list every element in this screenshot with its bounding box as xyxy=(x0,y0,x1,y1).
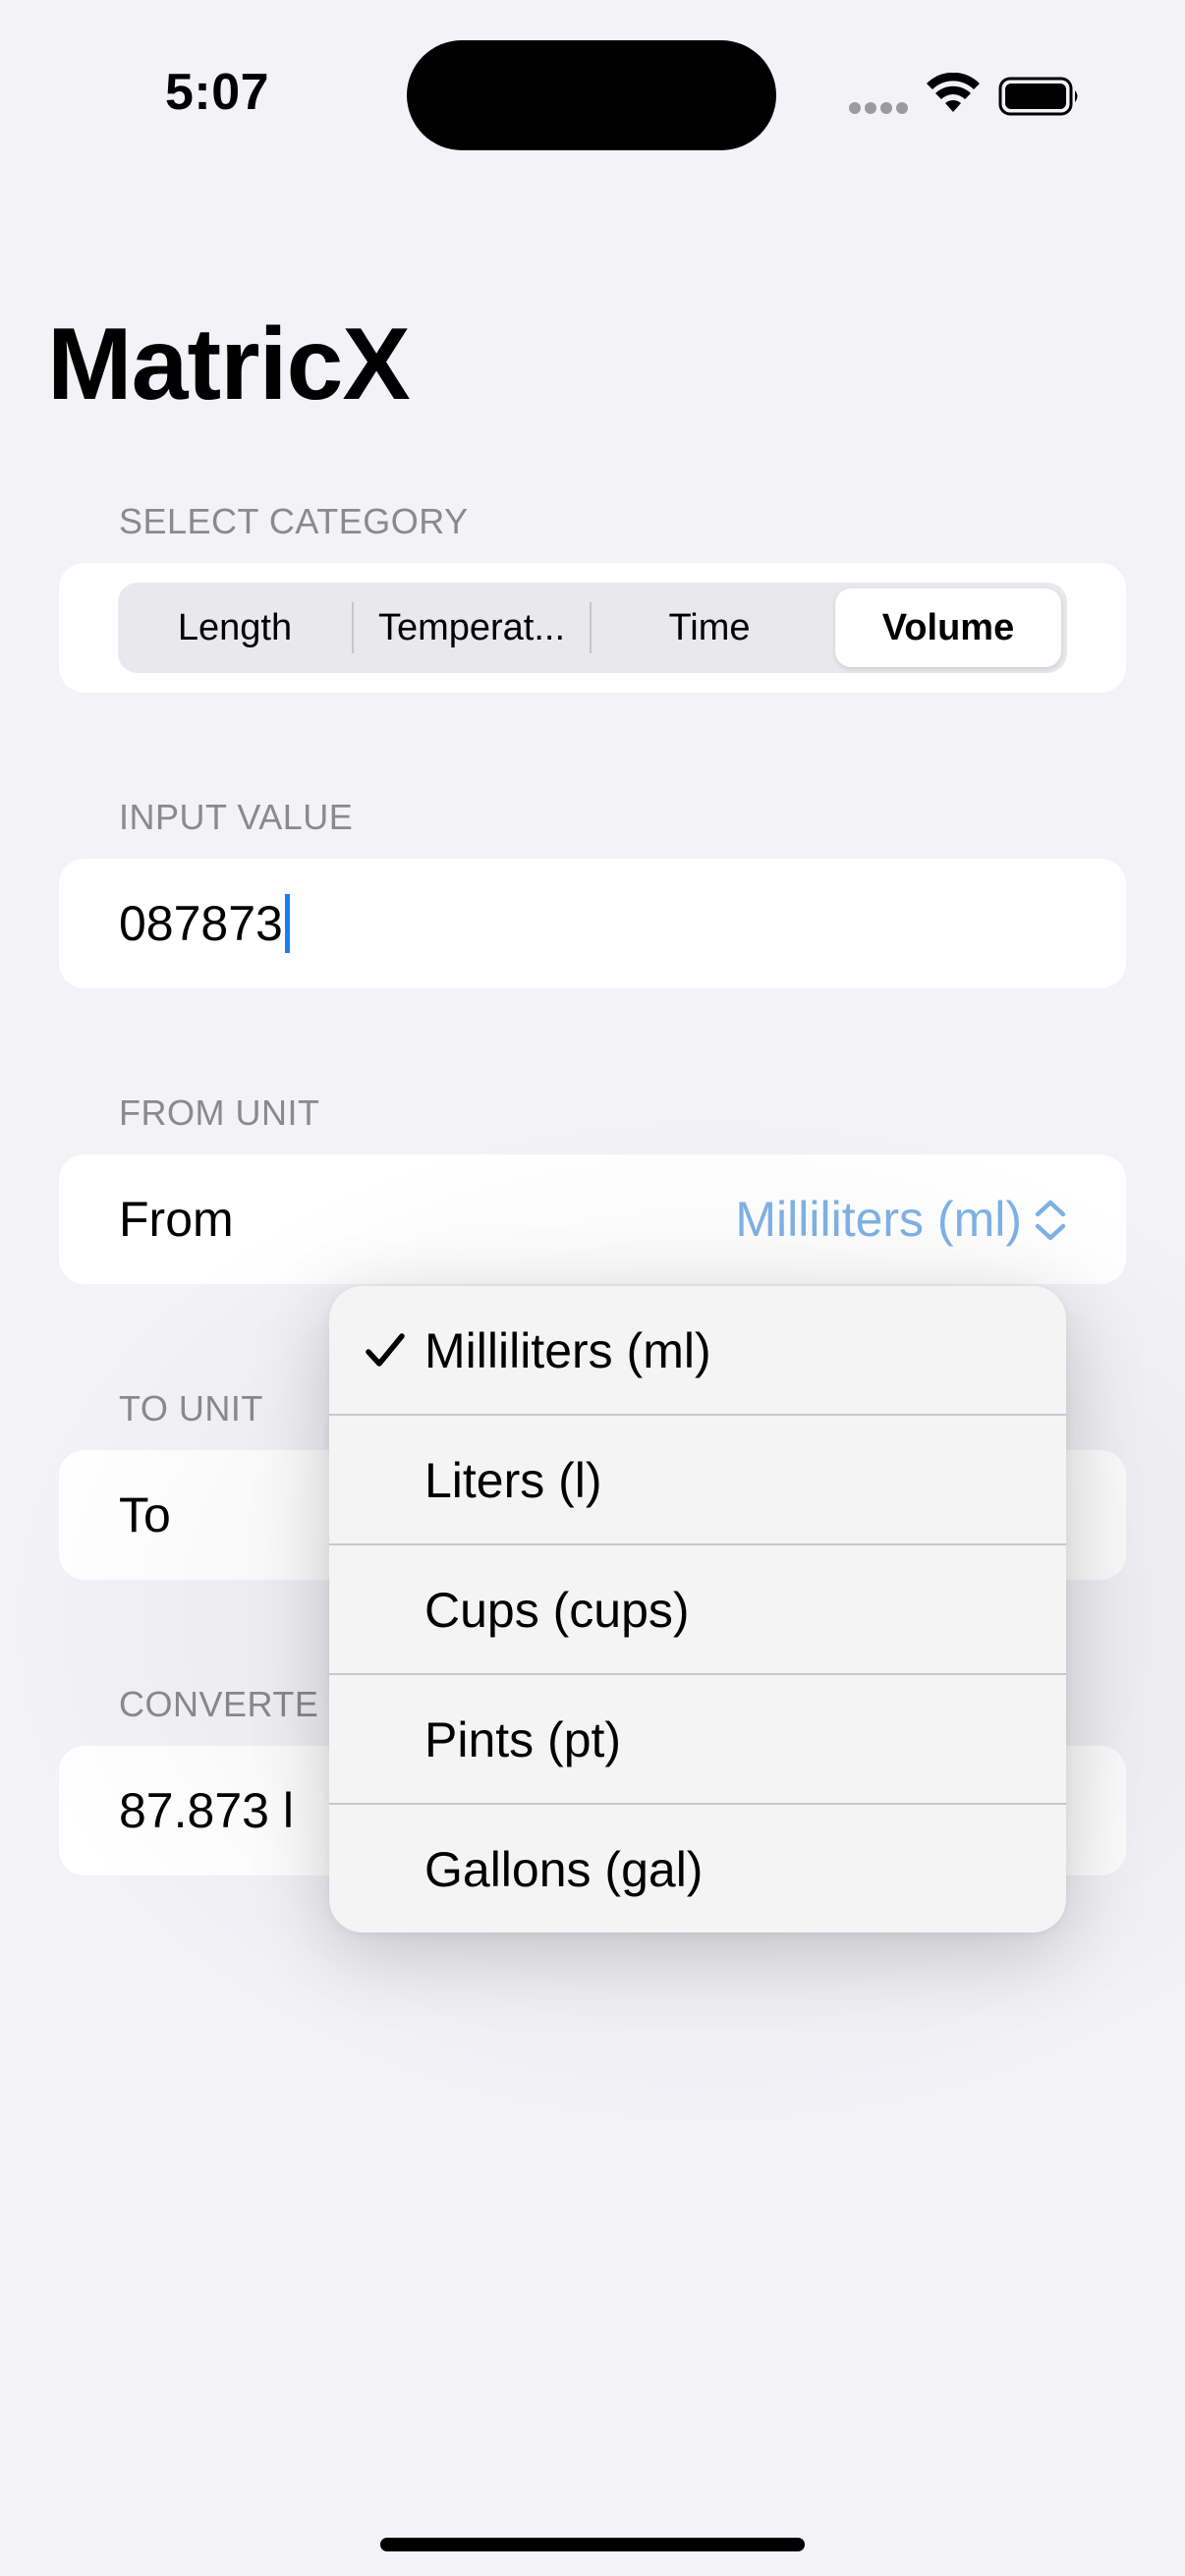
menu-item-label: Milliliters (ml) xyxy=(424,1323,711,1378)
text-cursor xyxy=(284,893,290,953)
app-title: MatricX xyxy=(47,308,411,421)
to-section-header: TO UNIT xyxy=(119,1388,263,1428)
wifi-icon xyxy=(927,73,980,112)
converted-value: 87.873 l xyxy=(119,1783,294,1838)
from-unit-picker[interactable]: From Milliliters (ml) xyxy=(59,1154,1126,1284)
checkmark-icon xyxy=(366,1333,405,1367)
converted-section-header: CONVERTE xyxy=(119,1684,319,1724)
category-section-header: SELECT CATEGORY xyxy=(119,501,469,541)
menu-item-pints[interactable]: Pints (pt) xyxy=(329,1675,1066,1805)
status-time: 5:07 xyxy=(165,64,270,121)
dynamic-island xyxy=(407,40,776,150)
chevron-updown-icon xyxy=(1035,1200,1066,1241)
category-segmented-control: Length Temperat... Time Volume xyxy=(118,583,1067,673)
segment-temperature[interactable]: Temperat... xyxy=(354,583,590,673)
menu-item-cups[interactable]: Cups (cups) xyxy=(329,1545,1066,1675)
menu-item-label: Pints (pt) xyxy=(424,1712,622,1767)
menu-item-gallons[interactable]: Gallons (gal) xyxy=(329,1805,1066,1932)
category-card: Length Temperat... Time Volume xyxy=(59,563,1126,693)
menu-item-label: Cups (cups) xyxy=(424,1583,690,1638)
from-section-header: FROM UNIT xyxy=(119,1092,320,1133)
segment-length[interactable]: Length xyxy=(118,583,352,673)
menu-item-milliliters[interactable]: Milliliters (ml) xyxy=(329,1286,1066,1416)
from-label: From xyxy=(119,1192,234,1247)
input-card[interactable]: 087873 xyxy=(59,859,1126,988)
home-indicator[interactable] xyxy=(380,2538,805,2551)
menu-item-label: Liters (l) xyxy=(424,1453,602,1508)
unit-dropdown-menu: Milliliters (ml) Liters (l) Cups (cups) … xyxy=(329,1286,1066,1932)
input-value-text: 087873 xyxy=(119,896,283,951)
to-label: To xyxy=(119,1487,171,1542)
from-unit-value[interactable]: Milliliters (ml) xyxy=(735,1154,1022,1284)
input-section-header: INPUT VALUE xyxy=(119,797,354,837)
input-value-field[interactable]: 087873 xyxy=(119,859,290,988)
menu-item-liters[interactable]: Liters (l) xyxy=(329,1416,1066,1545)
menu-item-label: Gallons (gal) xyxy=(424,1842,704,1897)
cellular-signal-icon xyxy=(849,102,908,116)
screen: 5:07 MatricX SELECT CATEGORY Length Temp… xyxy=(0,0,1185,2576)
segment-volume[interactable]: Volume xyxy=(835,588,1061,667)
battery-icon xyxy=(998,77,1078,116)
segment-time[interactable]: Time xyxy=(592,583,827,673)
